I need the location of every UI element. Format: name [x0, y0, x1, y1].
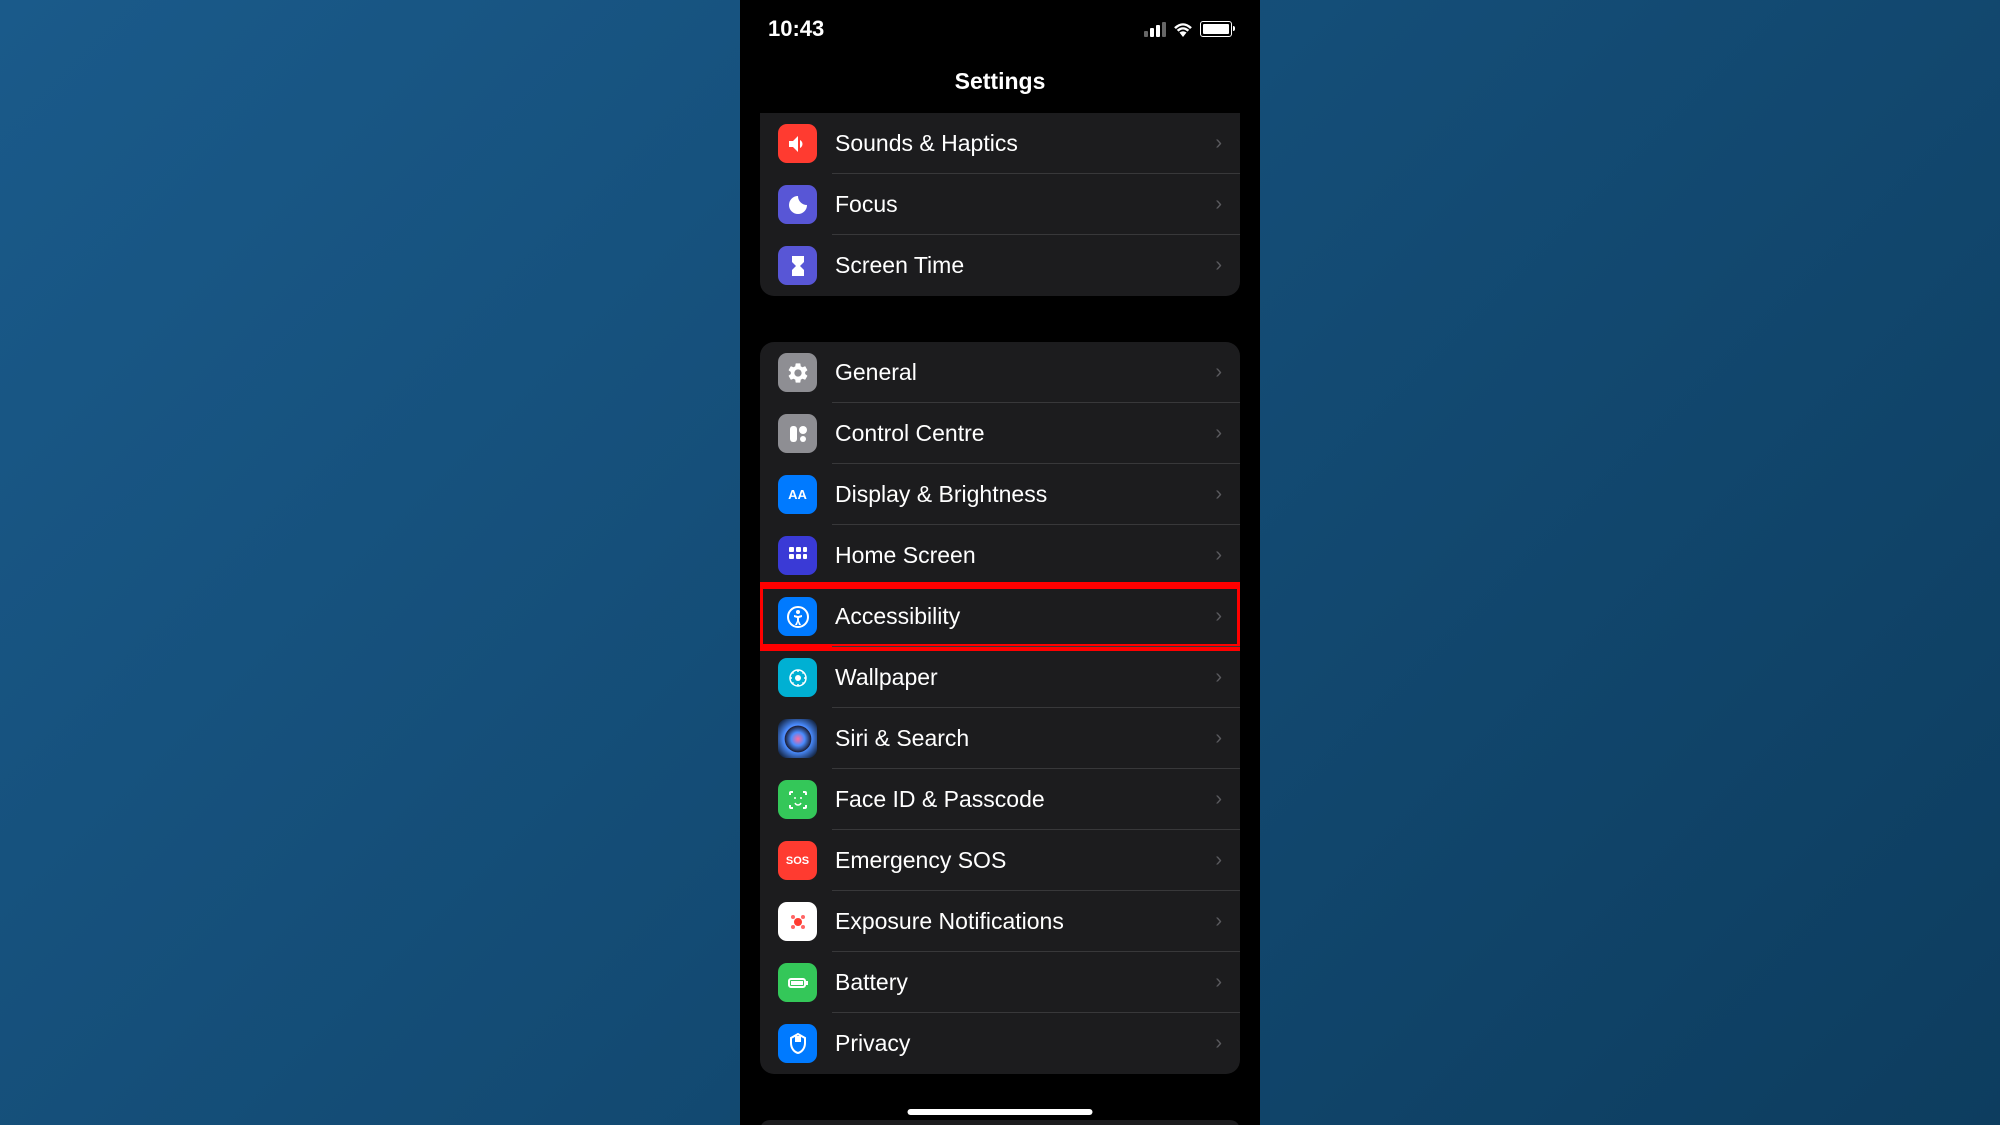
home-indicator[interactable] — [908, 1109, 1093, 1115]
siri-icon — [778, 719, 817, 758]
control-centre-icon — [778, 414, 817, 453]
settings-row-home-screen[interactable]: Home Screen › — [760, 525, 1240, 586]
accessibility-icon — [778, 597, 817, 636]
wifi-icon — [1172, 21, 1194, 37]
privacy-icon — [778, 1024, 817, 1063]
chevron-right-icon: › — [1215, 666, 1222, 689]
settings-row-privacy[interactable]: Privacy › — [760, 1013, 1240, 1074]
cellular-signal-icon — [1144, 22, 1166, 37]
settings-row-exposure-notifications[interactable]: Exposure Notifications › — [760, 891, 1240, 952]
settings-row-sounds-haptics[interactable]: Sounds & Haptics › — [760, 113, 1240, 174]
settings-group-1: Sounds & Haptics › Focus › Screen Time › — [760, 113, 1240, 296]
chevron-right-icon: › — [1215, 1032, 1222, 1055]
phone-screen: 10:43 Settings Sounds & Haptic — [740, 0, 1260, 1125]
row-label: Accessibility — [835, 603, 1215, 630]
settings-row-battery[interactable]: Battery › — [760, 952, 1240, 1013]
chevron-right-icon: › — [1215, 132, 1222, 155]
settings-row-emergency-sos[interactable]: SOS Emergency SOS › — [760, 830, 1240, 891]
chevron-right-icon: › — [1215, 788, 1222, 811]
status-bar: 10:43 — [740, 0, 1260, 50]
row-label: General — [835, 359, 1215, 386]
settings-row-display-brightness[interactable]: AA Display & Brightness › — [760, 464, 1240, 525]
chevron-right-icon: › — [1215, 254, 1222, 277]
settings-row-screen-time[interactable]: Screen Time › — [760, 235, 1240, 296]
battery-settings-icon — [778, 963, 817, 1002]
settings-row-siri-search[interactable]: Siri & Search › — [760, 708, 1240, 769]
chevron-right-icon: › — [1215, 910, 1222, 933]
exposure-notifications-icon — [778, 902, 817, 941]
row-label: Siri & Search — [835, 725, 1215, 752]
settings-row-general[interactable]: General › — [760, 342, 1240, 403]
chevron-right-icon: › — [1215, 361, 1222, 384]
chevron-right-icon: › — [1215, 727, 1222, 750]
settings-row-wallpaper[interactable]: Wallpaper › — [760, 647, 1240, 708]
wallpaper-icon — [778, 658, 817, 697]
row-label: Screen Time — [835, 252, 1215, 279]
battery-icon — [1200, 21, 1232, 37]
status-time: 10:43 — [768, 16, 824, 42]
home-screen-icon — [778, 536, 817, 575]
chevron-right-icon: › — [1215, 193, 1222, 216]
row-label: Home Screen — [835, 542, 1215, 569]
row-label: Battery — [835, 969, 1215, 996]
row-label: Focus — [835, 191, 1215, 218]
settings-content[interactable]: Sounds & Haptics › Focus › Screen Time › — [740, 113, 1260, 1125]
settings-group-3 — [760, 1120, 1240, 1125]
settings-group-2: General › Control Centre › AA Display & … — [760, 342, 1240, 1074]
chevron-right-icon: › — [1215, 605, 1222, 628]
chevron-right-icon: › — [1215, 483, 1222, 506]
page-title: Settings — [740, 50, 1260, 113]
row-label: Display & Brightness — [835, 481, 1215, 508]
status-icons — [1144, 21, 1232, 37]
row-label: Privacy — [835, 1030, 1215, 1057]
row-label: Exposure Notifications — [835, 908, 1215, 935]
row-label: Sounds & Haptics — [835, 130, 1215, 157]
settings-row-focus[interactable]: Focus › — [760, 174, 1240, 235]
chevron-right-icon: › — [1215, 422, 1222, 445]
screen-time-icon — [778, 246, 817, 285]
sounds-icon — [778, 124, 817, 163]
emergency-sos-icon: SOS — [778, 841, 817, 880]
row-label: Control Centre — [835, 420, 1215, 447]
row-label: Emergency SOS — [835, 847, 1215, 874]
row-label: Face ID & Passcode — [835, 786, 1215, 813]
general-icon — [778, 353, 817, 392]
chevron-right-icon: › — [1215, 849, 1222, 872]
settings-row-control-centre[interactable]: Control Centre › — [760, 403, 1240, 464]
settings-row-accessibility[interactable]: Accessibility › — [760, 586, 1240, 647]
focus-icon — [778, 185, 817, 224]
display-brightness-icon: AA — [778, 475, 817, 514]
chevron-right-icon: › — [1215, 544, 1222, 567]
face-id-icon — [778, 780, 817, 819]
row-label: Wallpaper — [835, 664, 1215, 691]
settings-row-face-id-passcode[interactable]: Face ID & Passcode › — [760, 769, 1240, 830]
chevron-right-icon: › — [1215, 971, 1222, 994]
